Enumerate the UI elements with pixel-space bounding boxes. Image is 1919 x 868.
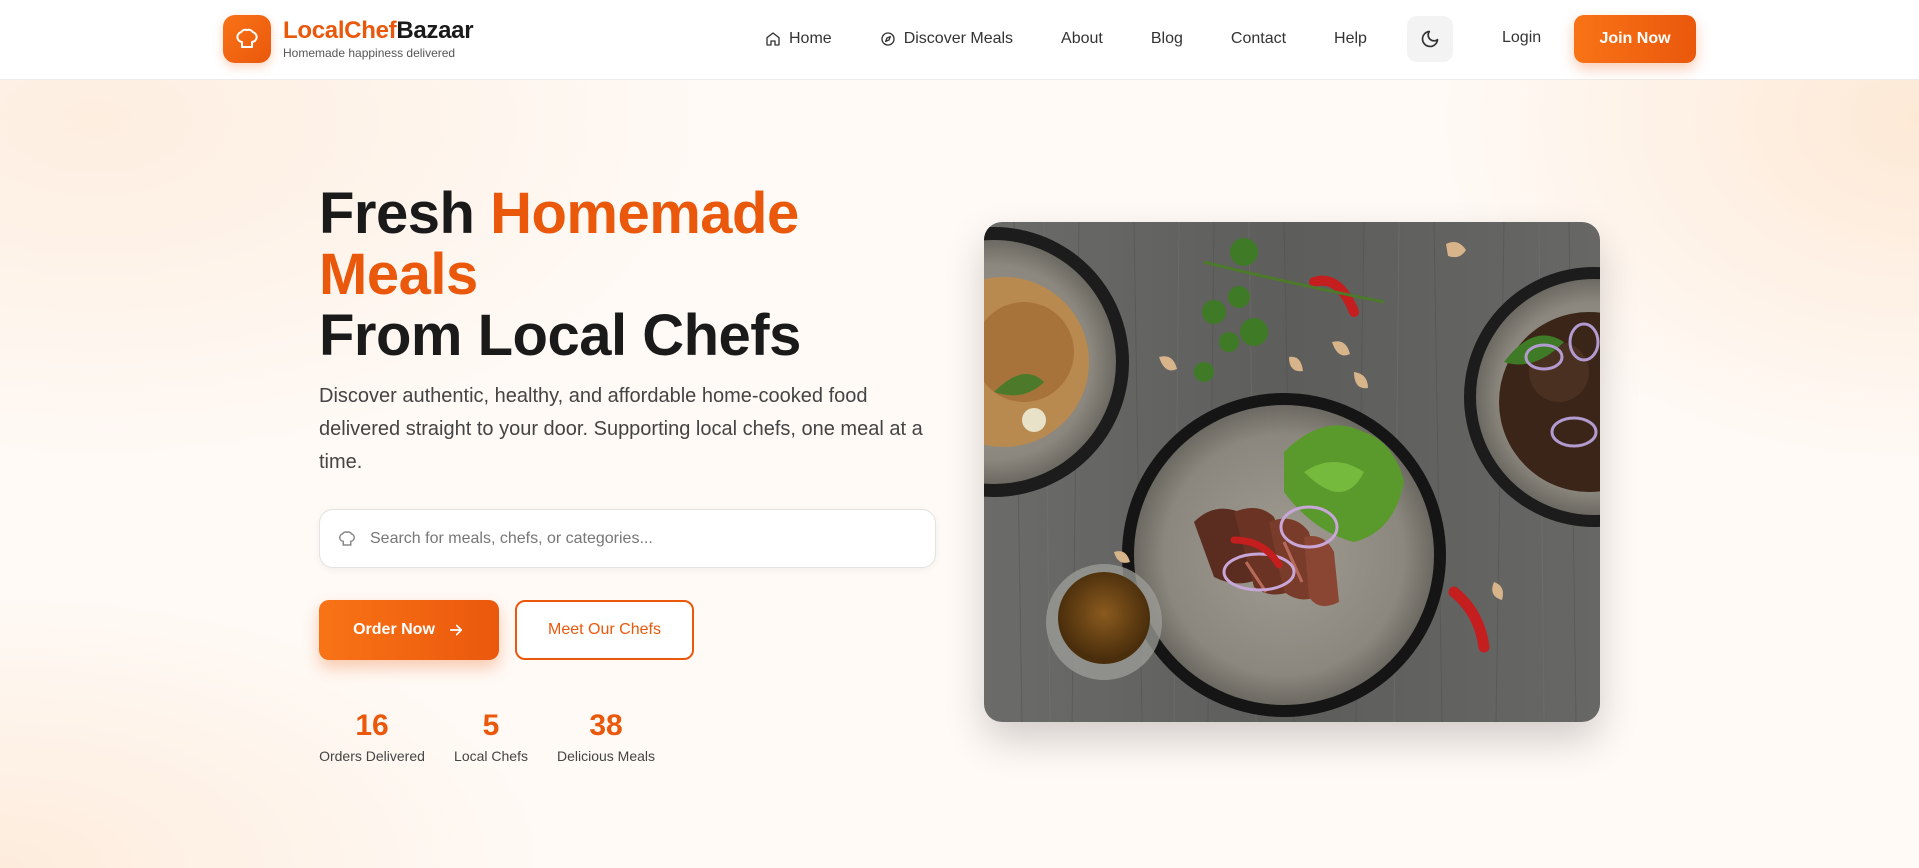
stat-value: 38 [589, 709, 623, 742]
hero-headline: Fresh Homemade Meals From Local Chefs [319, 183, 939, 366]
meet-our-chefs-button[interactable]: Meet Our Chefs [515, 600, 694, 660]
nav-contact[interactable]: Contact [1231, 30, 1286, 48]
nav-home-label: Home [789, 30, 832, 47]
brand-name: LocalChefBazaar [283, 17, 474, 44]
search-input[interactable] [370, 529, 910, 548]
nav-help[interactable]: Help [1334, 30, 1367, 48]
stat-label: Orders Delivered [319, 748, 425, 764]
arrow-right-icon [449, 624, 462, 636]
stat-delicious-meals: 38 Delicious Meals [557, 708, 655, 764]
hero-section: Fresh Homemade Meals From Local Chefs Dis… [0, 80, 1919, 868]
page: LocalChefBazaar Homemade happiness deliv… [0, 0, 1919, 868]
stat-label: Local Chefs [454, 748, 528, 764]
chef-hat-icon [223, 15, 271, 63]
stat-value: 5 [482, 709, 500, 742]
search-bar[interactable] [319, 509, 936, 568]
brand-tagline: Homemade happiness delivered [283, 46, 456, 60]
brand[interactable]: LocalChefBazaar Homemade happiness deliv… [223, 15, 474, 63]
nav-discover-meals[interactable]: Discover Meals [880, 30, 1013, 48]
home-icon [766, 32, 780, 46]
hero-food-image [984, 222, 1600, 722]
nav-blog[interactable]: Blog [1151, 30, 1183, 48]
login-link[interactable]: Login [1502, 29, 1541, 47]
moon-icon [1421, 30, 1439, 48]
stat-label: Delicious Meals [556, 748, 656, 764]
chef-hat-icon [339, 530, 355, 546]
nav-discover-meals-label: Discover Meals [903, 30, 1014, 47]
theme-toggle-button[interactable] [1407, 16, 1453, 62]
nav-about[interactable]: About [1061, 30, 1103, 48]
join-now-button[interactable]: Join Now [1574, 15, 1696, 63]
main-nav: Home Discover Meals About Blog Contact H… [765, 27, 1415, 51]
order-now-label: Order Now [353, 621, 435, 638]
site-header: LocalChefBazaar Homemade happiness deliv… [0, 0, 1919, 80]
hero-subtitle: Discover authentic, healthy, and afforda… [319, 385, 923, 473]
compass-icon [881, 32, 895, 46]
brand-name-part2: Bazaar [396, 17, 474, 44]
brand-name-part1: LocalChef [283, 17, 397, 44]
headline-part1: Fresh [319, 181, 491, 246]
order-now-button[interactable]: Order Now [319, 600, 499, 660]
stat-local-chefs: 5 Local Chefs [454, 708, 528, 764]
nav-home[interactable]: Home [765, 30, 832, 48]
headline-part2: From Local Chefs [319, 303, 801, 368]
stat-orders-delivered: 16 Orders Delivered [319, 708, 425, 764]
brand-text: LocalChefBazaar Homemade happiness deliv… [283, 17, 474, 61]
stat-value: 16 [355, 709, 389, 742]
